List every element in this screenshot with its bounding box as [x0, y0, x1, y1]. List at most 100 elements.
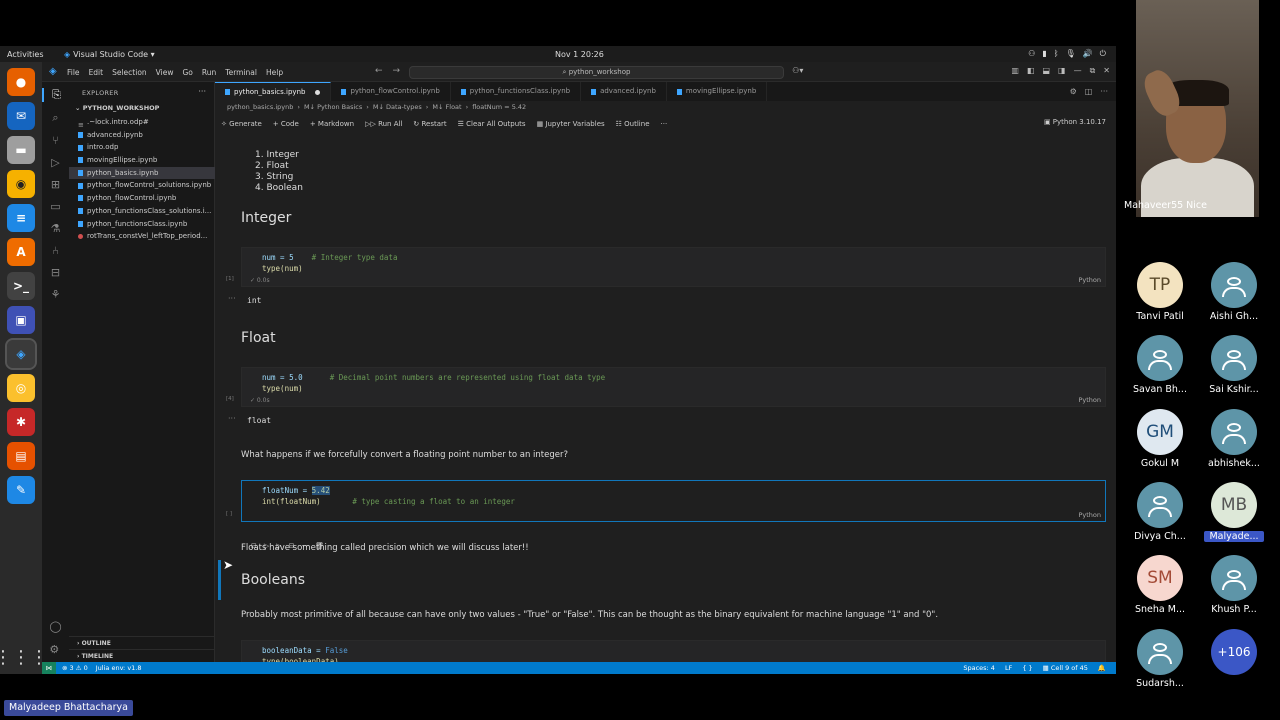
menu-file[interactable]: File — [67, 68, 80, 77]
writer-icon[interactable]: ≡ — [7, 204, 35, 232]
explorer-more-icon[interactable]: ··· — [198, 87, 206, 96]
output-more-icon[interactable]: ··· — [228, 294, 236, 303]
generate-button[interactable]: ✧ Generate — [221, 120, 262, 128]
maximize-icon[interactable]: ⧉ — [1090, 66, 1096, 76]
chrome-icon[interactable]: ◎ — [7, 374, 35, 402]
file-item[interactable]: ≡ .~lock.intro.odp# — [69, 116, 215, 129]
file-item-selected[interactable]: python_basics.ipynb — [69, 166, 215, 180]
search-view-icon[interactable]: ⌕ — [52, 111, 58, 125]
problems-indicator[interactable]: ⊗ 3 ⚠ 0 — [62, 662, 88, 674]
cell-language[interactable]: Python — [1078, 276, 1101, 284]
participant-tile[interactable]: Aishi Gh... — [1204, 262, 1264, 322]
tab-python-functionsclass[interactable]: python_functionsClass.ipynb — [451, 82, 582, 101]
close-icon[interactable]: ✕ — [1103, 66, 1110, 76]
outline-button[interactable]: ☷ Outline — [616, 120, 650, 128]
file-item[interactable]: python_functionsClass_solutions.i... — [69, 205, 215, 218]
outline-section[interactable]: › OUTLINE — [69, 636, 215, 649]
code-cell[interactable]: num = 5 # Integer type data type(num) ✓ … — [226, 247, 1106, 287]
file-item[interactable]: python_flowControl_solutions.ipynb — [69, 179, 215, 192]
participant-tile[interactable]: abhishek... — [1204, 408, 1264, 469]
show-apps-grid-icon[interactable]: ⋮⋮⋮ — [0, 647, 48, 668]
minimize-icon[interactable]: — — [1074, 66, 1082, 76]
live-share-icon[interactable]: ⚘ — [51, 288, 61, 301]
menu-edit[interactable]: Edit — [89, 68, 104, 77]
participant-tile[interactable]: MB Malyade... — [1204, 481, 1264, 542]
tab-advanced[interactable]: advanced.ipynb — [581, 82, 667, 101]
toggle-sidebar-icon[interactable]: ◧ — [1027, 66, 1035, 76]
cell-language[interactable]: Python — [1078, 396, 1101, 404]
impress-icon[interactable]: ▤ — [7, 442, 35, 470]
menu-view[interactable]: View — [156, 68, 174, 77]
participant-tile[interactable]: Sai Kshir... — [1204, 335, 1264, 395]
file-item[interactable]: rotTrans_constVel_leftTop_period... — [69, 230, 215, 243]
remote-explorer-icon[interactable]: ▭ — [50, 200, 60, 213]
thunderbird-icon[interactable]: ✉ — [7, 102, 35, 130]
julia-env[interactable]: Julia env: v1.8 — [96, 662, 142, 674]
firefox-icon[interactable]: ● — [7, 68, 35, 96]
text-editor-icon[interactable]: ✎ — [7, 476, 35, 504]
notebook-settings-gear-icon[interactable]: ⚙ — [1070, 82, 1077, 101]
file-item[interactable]: advanced.ipynb — [69, 129, 215, 142]
cell-language[interactable]: Python — [1078, 511, 1101, 519]
participant-tile[interactable]: Savan Bh... — [1130, 335, 1190, 395]
notebook-cells[interactable]: 1. Integer 2. Float 3. String 4. Boolean… — [215, 134, 1110, 664]
menu-run[interactable]: Run — [202, 68, 216, 77]
selected-text[interactable]: 5.42 — [311, 486, 330, 495]
eol-status[interactable]: LF — [1005, 662, 1012, 674]
back-arrow-icon[interactable]: ← — [375, 66, 383, 76]
restart-button[interactable]: ↻ Restart — [413, 120, 446, 128]
clear-outputs-button[interactable]: ☰ Clear All Outputs — [458, 120, 526, 128]
menu-terminal[interactable]: Terminal — [225, 68, 257, 77]
source-control-icon[interactable]: ⑂ — [52, 134, 59, 147]
toolbar-more-icon[interactable]: ··· — [661, 120, 668, 128]
breadcrumb-item[interactable]: python_basics.ipynb — [227, 103, 293, 111]
command-center-search[interactable]: ⌕ python_workshop — [409, 66, 784, 79]
activities-button[interactable]: Activities — [7, 50, 44, 59]
run-debug-icon[interactable]: ▷ — [51, 156, 59, 169]
toggle-secondary-icon[interactable]: ◨ — [1058, 66, 1066, 76]
terminal-icon[interactable]: >_ — [7, 272, 35, 300]
jupyter-variables-button[interactable]: ▦ Jupyter Variables — [537, 120, 605, 128]
vscode-icon[interactable]: ◈ — [5, 338, 37, 370]
explorer-files-icon[interactable]: ⎘ — [42, 88, 69, 102]
file-item[interactable]: python_flowControl.ipynb — [69, 192, 215, 205]
file-item[interactable]: intro.odp — [69, 141, 215, 154]
unsaved-dot-icon[interactable] — [315, 89, 321, 95]
kernel-picker[interactable]: ▣ Python 3.10.17 — [1044, 118, 1106, 126]
extensions-icon[interactable]: ⊞ — [51, 178, 60, 191]
participant-tile[interactable]: GM Gokul M — [1130, 408, 1190, 469]
more-actions-icon[interactable]: ··· — [1100, 82, 1108, 101]
tab-moving-ellipse[interactable]: movingEllipse.ipynb — [667, 82, 768, 101]
timeline-section[interactable]: › TIMELINE — [69, 649, 215, 662]
participant-tile[interactable]: Khush P... — [1204, 555, 1264, 615]
file-item[interactable]: movingEllipse.ipynb — [69, 154, 215, 167]
tab-python-flowcontrol[interactable]: python_flowControl.ipynb — [331, 82, 451, 101]
participant-tile[interactable]: SM Sneha M... — [1130, 555, 1190, 615]
participant-tile[interactable]: Divya Ch... — [1130, 481, 1190, 542]
testing-flask-icon[interactable]: ⚗ — [51, 222, 61, 235]
split-editor-icon[interactable]: ◫ — [1085, 82, 1093, 101]
workspace-folder[interactable]: ⌄ PYTHON_WORKSHOP — [75, 104, 159, 112]
indentation-status[interactable]: Spaces: 4 — [963, 662, 995, 674]
app-center-icon[interactable]: A — [7, 238, 35, 266]
files-icon[interactable]: ▬ — [7, 136, 35, 164]
cell-position-status[interactable]: ▦ Cell 9 of 45 — [1043, 662, 1088, 674]
toggle-panel-icon[interactable]: ⬓ — [1042, 66, 1050, 76]
menu-help[interactable]: Help — [266, 68, 283, 77]
system-tray[interactable]: ⚇ ▮ ᛒ 🎙 🔊 ⏻ — [1028, 49, 1106, 59]
code-cell[interactable]: num = 5.0 # Decimal point numbers are re… — [226, 367, 1106, 407]
forward-arrow-icon[interactable]: → — [393, 66, 401, 76]
breadcrumb-item[interactable]: floatNum = 5.42 — [472, 103, 526, 111]
git-graph-icon[interactable]: ⑃ — [52, 244, 59, 257]
app-menu[interactable]: ◈ Visual Studio Code ▾ — [64, 50, 155, 59]
breadcrumb-item[interactable]: M↓ Data-types — [373, 103, 422, 111]
add-code-button[interactable]: + Code — [273, 120, 299, 128]
jupyter-icon[interactable]: ⊟ — [51, 266, 60, 279]
run-all-button[interactable]: ▷▷ Run All — [365, 120, 402, 128]
layout-icon[interactable]: ▥ — [1011, 66, 1019, 76]
screenshot-icon[interactable]: ▣ — [7, 306, 35, 334]
code-cell[interactable]: booleanData = False type(booleanData) — [241, 640, 1106, 664]
breadcrumb-item[interactable]: M↓ Float — [432, 103, 461, 111]
notifications-bell-icon[interactable]: 🔔 — [1098, 662, 1106, 674]
file-item[interactable]: python_functionsClass.ipynb — [69, 218, 215, 231]
